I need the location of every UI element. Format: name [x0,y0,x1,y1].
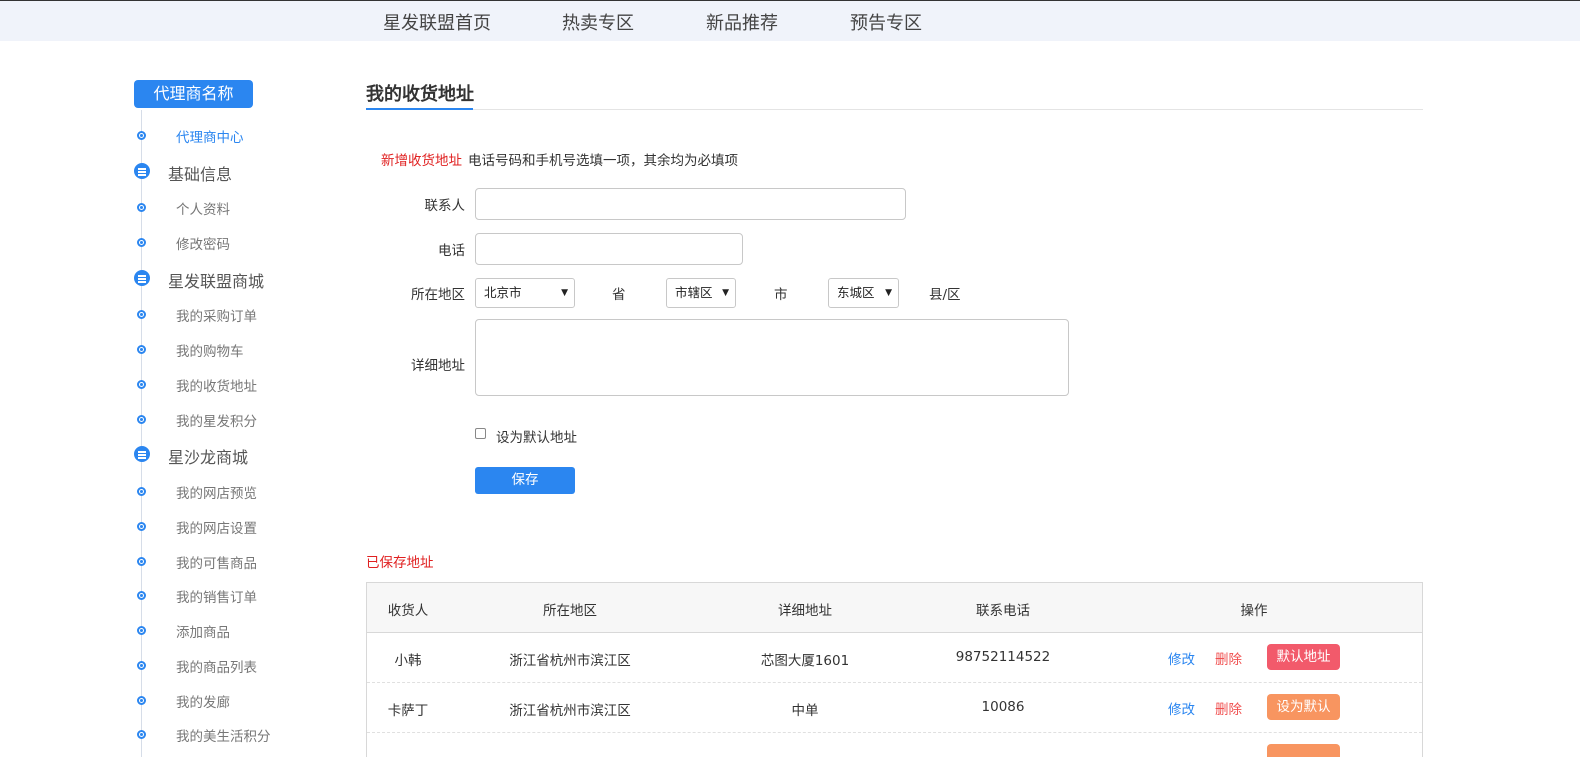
default-address-badge[interactable]: 默认地址 [1267,644,1340,670]
city-unit: 市 [774,287,788,303]
district-select[interactable]: 东城区 ▼ [828,278,899,308]
header-phone: 联系电话 [976,603,1030,619]
bullet-icon [137,661,146,670]
default-address-checkbox-label[interactable]: 设为默认地址 [496,426,577,446]
region-cell: 浙江省杭州市滨江区 [509,703,631,719]
save-button[interactable]: 保存 [475,467,575,494]
bullet-icon [137,591,146,600]
header-detail: 详细地址 [778,603,832,619]
bullet-icon [137,522,146,531]
sidebar-group-basic-info: 基础信息 [168,165,233,184]
province-unit: 省 [612,287,626,303]
detail-cell: 芯图大厦1601 [760,653,850,669]
title-divider [366,109,1423,110]
bullet-icon [137,730,146,739]
dropdown-arrow-icon: ▼ [561,288,568,298]
bullet-icon [137,310,146,319]
city-value: 市辖区 [675,285,713,300]
table-row: 卡萨丁 浙江省杭州市滨江区 中单 10086 修改 删除 设为默认 [367,683,1422,733]
sidebar-item-sellable-products[interactable]: 我的可售商品 [176,552,257,572]
default-address-checkbox[interactable] [475,428,486,439]
contact-input[interactable] [475,188,906,220]
sidebar-item-cart[interactable]: 我的购物车 [176,340,244,360]
form-note: 电话号码和手机号选填一项，其余均为必填项 [468,153,738,169]
nav-home[interactable]: 星发联盟首页 [383,9,491,35]
set-default-button[interactable] [1267,744,1340,757]
sidebar-item-sales-orders[interactable]: 我的销售订单 [176,586,257,606]
page-title: 我的收货地址 [366,84,474,105]
bullet-icon [137,557,146,566]
bullet-icon [137,380,146,389]
province-value: 北京市 [484,285,522,300]
set-default-button[interactable]: 设为默认 [1267,694,1340,720]
table-row-partial [367,733,1422,757]
sidebar-group-xingfa-mall: 星发联盟商城 [168,272,265,291]
delete-link[interactable]: 删除 [1215,698,1242,718]
table-header: 收货人 所在地区 详细地址 联系电话 操作 [367,583,1422,633]
bullet-icon [137,626,146,635]
province-select[interactable]: 北京市 ▼ [475,278,575,308]
phone-cell: 10086 [981,699,1025,715]
list-icon [134,270,150,286]
contact-label: 联系人 [424,198,466,214]
phone-label: 电话 [438,243,465,259]
bullet-icon [137,487,146,496]
nav-preview[interactable]: 预告专区 [850,9,922,35]
delete-link[interactable]: 删除 [1215,648,1242,668]
phone-cell: 98752114522 [955,649,1051,665]
city-select[interactable]: 市辖区 ▼ [666,278,736,308]
sidebar-item-change-password[interactable]: 修改密码 [176,233,230,253]
sidebar-item-shop-preview[interactable]: 我的网店预览 [176,482,257,502]
region-cell: 浙江省杭州市滨江区 [509,653,631,669]
bullet-icon [137,415,146,424]
bullet-icon [137,345,146,354]
bullet-icon [137,131,146,140]
list-icon [134,163,150,179]
sidebar-item-addresses[interactable]: 我的收货地址 [176,375,257,395]
detail-address-label: 详细地址 [411,358,465,374]
edit-link[interactable]: 修改 [1168,698,1195,718]
region-label: 所在地区 [411,287,465,303]
dropdown-arrow-icon: ▼ [885,288,892,298]
header-actions: 操作 [1240,603,1268,619]
district-value: 东城区 [837,285,875,300]
nav-hot-sale[interactable]: 热卖专区 [562,9,634,35]
new-address-heading: 新增收货地址 [381,153,462,169]
sidebar-item-shop-settings[interactable]: 我的网店设置 [176,517,257,537]
sidebar-item-life-points[interactable]: 我的美生活积分 [176,725,271,745]
agent-name-badge: 代理商名称 [134,80,253,108]
detail-cell: 中单 [791,703,819,719]
sidebar-item-my-salon[interactable]: 我的发廊 [176,691,230,711]
top-nav: 星发联盟首页 热卖专区 新品推荐 预告专区 [0,0,1580,41]
detail-address-textarea[interactable] [475,319,1069,396]
nav-new-products[interactable]: 新品推荐 [706,9,778,35]
district-unit: 县/区 [929,287,961,303]
saved-addresses-title: 已保存地址 [366,555,434,571]
saved-addresses-table: 收货人 所在地区 详细地址 联系电话 操作 小韩 浙江省杭州市滨江区 芯图大厦1… [366,582,1423,757]
table-row: 小韩 浙江省杭州市滨江区 芯图大厦1601 98752114522 修改 删除 … [367,633,1422,683]
sidebar-group-salon-mall: 星沙龙商城 [168,448,249,467]
form-heading: 新增收货地址 电话号码和手机号选填一项，其余均为必填项 [381,149,738,169]
bullet-icon [137,696,146,705]
header-recipient: 收货人 [387,603,429,619]
phone-input[interactable] [475,233,743,265]
sidebar-item-purchase-orders[interactable]: 我的采购订单 [176,305,257,325]
sidebar-item-agent-center[interactable]: 代理商中心 [176,126,244,146]
sidebar-item-xingfa-points[interactable]: 我的星发积分 [176,410,257,430]
sidebar-item-profile[interactable]: 个人资料 [176,198,230,218]
sidebar: 代理商名称 代理商中心 基础信息 个人资料 修改密码 星发联盟商城 我的采购订单… [134,80,334,757]
sidebar-item-product-list[interactable]: 我的商品列表 [176,656,257,676]
list-icon [134,446,150,462]
sidebar-item-add-product[interactable]: 添加商品 [176,621,230,641]
dropdown-arrow-icon: ▼ [722,288,729,298]
title-underline [366,108,473,110]
bullet-icon [137,203,146,212]
bullet-icon [137,238,146,247]
header-region: 所在地区 [543,603,597,619]
edit-link[interactable]: 修改 [1168,648,1195,668]
recipient-cell: 小韩 [394,653,422,669]
recipient-cell: 卡萨丁 [387,703,429,719]
